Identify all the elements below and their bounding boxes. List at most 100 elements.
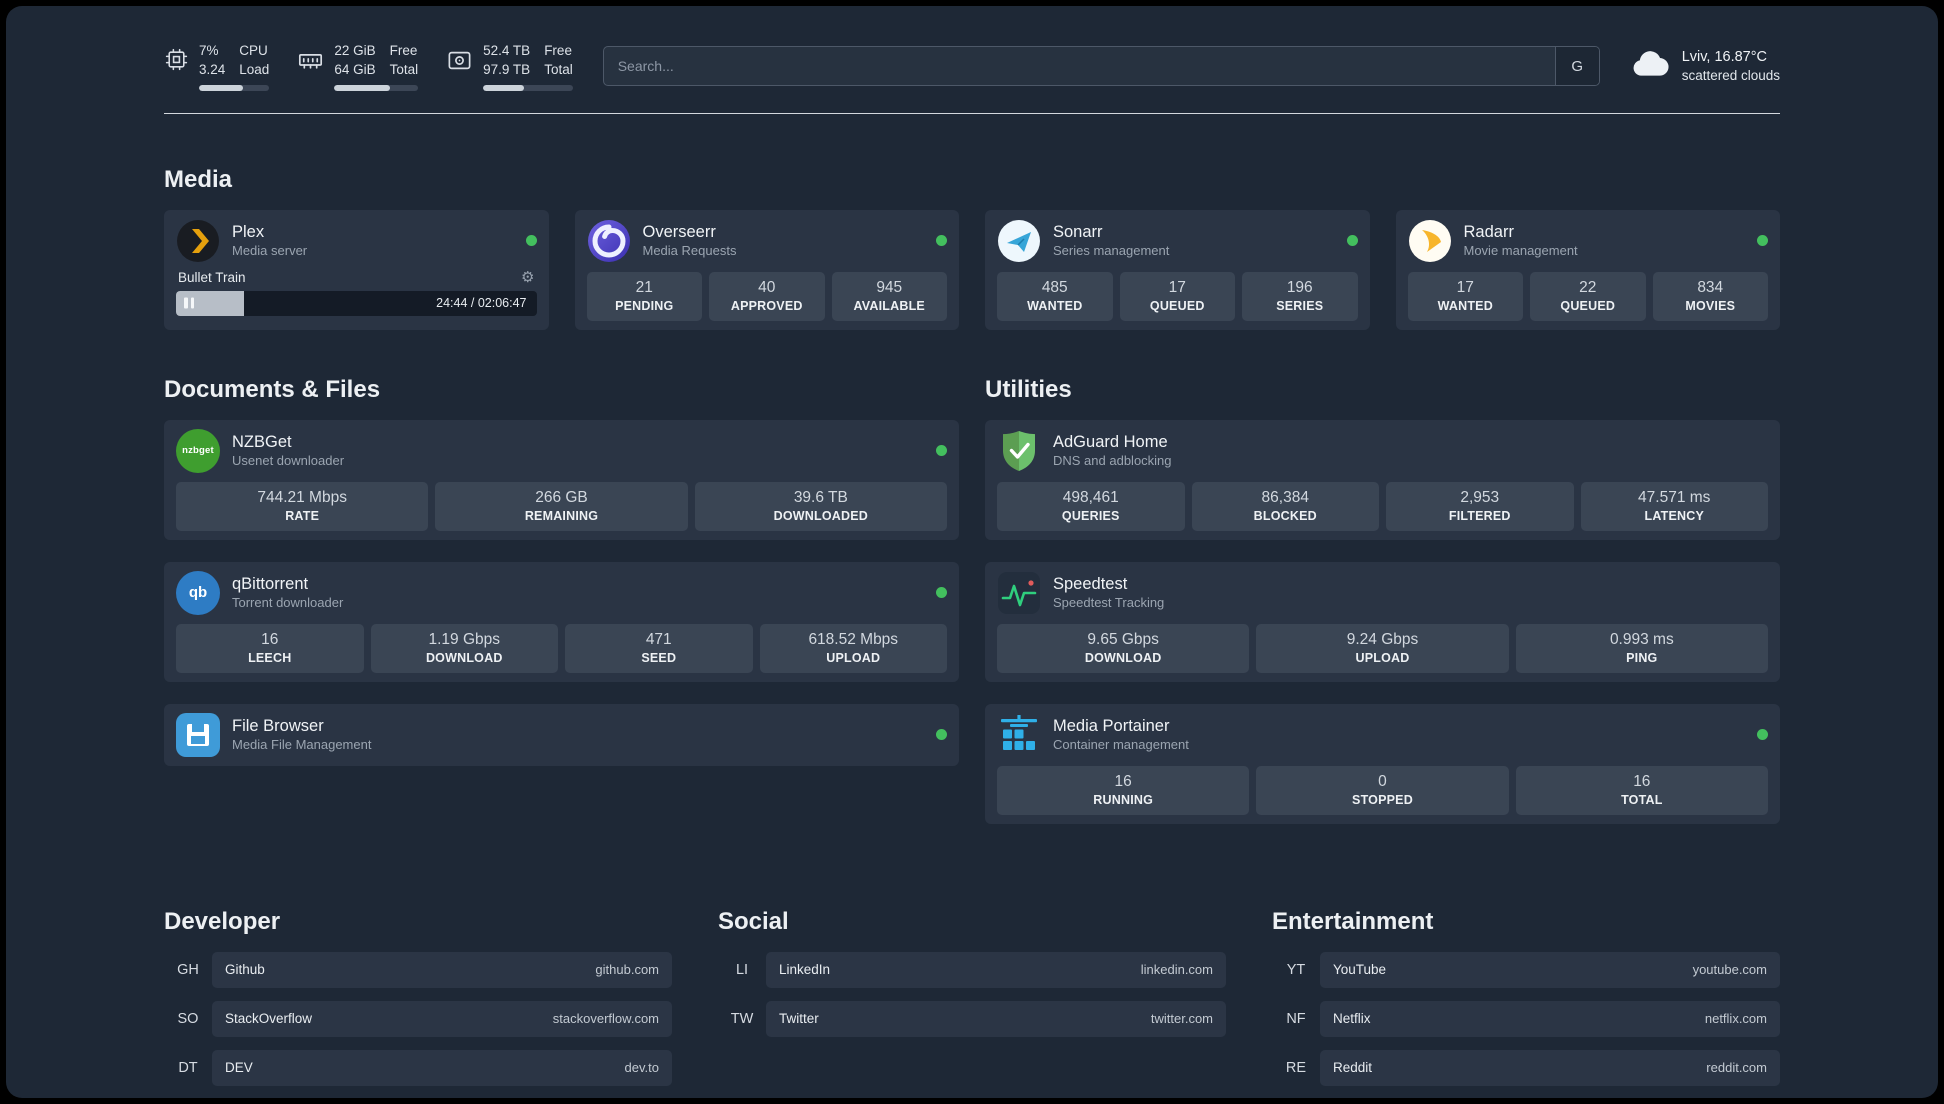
service-name: Speedtest [1053, 574, 1128, 593]
status-online-dot [1757, 729, 1768, 741]
search-input[interactable] [603, 47, 1555, 86]
storage-progress-fill [483, 84, 525, 91]
bookmark-abbr: RE [1285, 1059, 1307, 1076]
bookmark-linkedin[interactable]: LI LinkedIn linkedin.com [718, 951, 1226, 988]
stat-label: QUEUED [1560, 298, 1616, 313]
storage-free-value: 52.4 TB [483, 43, 531, 58]
stat-value: 834 [1697, 278, 1724, 296]
stat-download: 9.65 Gbps DOWNLOAD [997, 623, 1250, 673]
stat-value: 86,384 [1261, 488, 1309, 506]
overseerr-icon [587, 219, 631, 263]
stat-value: 618.52 Mbps [808, 630, 899, 648]
bookmark-url: linkedin.com [1140, 962, 1213, 978]
service-card-filebrowser[interactable]: File Browser Media File Management [164, 703, 959, 766]
memory-total-value: 64 GiB [334, 61, 376, 77]
stat-available: 945 AVAILABLE [831, 271, 947, 321]
service-card-nzbget[interactable]: nzbget NZBGet Usenet downloader 744.21 M… [164, 419, 959, 540]
bookmark-name: Twitter [779, 1011, 819, 1027]
bookmark-name: YouTube [1333, 962, 1387, 978]
stat-running: 16 RUNNING [997, 765, 1250, 815]
social-section: Social LI LinkedIn linkedin.com TW Twitt… [718, 908, 1226, 1086]
cpu-progress-bar [199, 84, 270, 91]
service-card-adguard[interactable]: AdGuard Home DNS and adblocking 498,461 … [985, 419, 1780, 540]
bookmark-name: Reddit [1333, 1060, 1373, 1076]
section-title-developer: Developer [164, 907, 281, 935]
stat-label: DOWNLOAD [1084, 650, 1162, 665]
documents-section: Documents & Files nzbget NZBGet Usenet d… [164, 376, 959, 766]
memory-widget: 22 GiB 64 GiB Free Total [297, 42, 419, 91]
stat-label: UPLOAD [826, 650, 881, 665]
service-card-portainer[interactable]: Media Portainer Container management 16 … [985, 703, 1780, 824]
stat-value: 2,953 [1460, 488, 1500, 506]
playback-progress-bar[interactable]: 24:44 / 02:06:47 [176, 290, 537, 316]
stat-value: 16 [261, 630, 279, 648]
stat-filtered: 2,953 FILTERED [1386, 481, 1574, 531]
stat-label: RUNNING [1093, 792, 1154, 807]
service-name: AdGuard Home [1053, 432, 1168, 451]
bookmark-abbr: TW [730, 1010, 754, 1027]
service-card-overseerr[interactable]: Overseerr Media Requests 21 PENDING 40 A… [574, 209, 959, 330]
stat-label: QUERIES [1061, 508, 1120, 523]
bookmark-reddit[interactable]: RE Reddit reddit.com [1272, 1049, 1780, 1086]
bookmark-github[interactable]: GH Github github.com [164, 951, 672, 988]
stat-upload: 618.52 Mbps UPLOAD [759, 623, 947, 673]
bookmark-abbr: NF [1286, 1010, 1306, 1027]
now-playing-title: Bullet Train [178, 269, 246, 285]
speedtest-graph-icon [997, 571, 1041, 615]
service-card-plex[interactable]: Plex Media server Bullet Train ⚙ 24:44 /… [164, 209, 549, 330]
section-title-media: Media [164, 165, 233, 193]
service-subtitle: Series management [1053, 243, 1170, 259]
bookmark-url: twitter.com [1150, 1011, 1213, 1027]
bookmark-youtube[interactable]: YT YouTube youtube.com [1272, 951, 1780, 988]
stat-label: REMAINING [524, 508, 599, 523]
stat-label: AVAILABLE [853, 298, 925, 313]
stat-label: DOWNLOADED [773, 508, 868, 523]
gear-icon[interactable]: ⚙ [521, 270, 534, 285]
stat-wanted: 17 WANTED [1407, 271, 1523, 321]
bookmark-stackoverflow[interactable]: SO StackOverflow stackoverflow.com [164, 1000, 672, 1037]
status-online-dot [936, 235, 947, 247]
service-subtitle: Media server [232, 243, 308, 259]
plex-icon [176, 219, 220, 263]
stat-value: 39.6 TB [793, 488, 848, 506]
stat-label: PING [1626, 650, 1658, 665]
service-card-speedtest[interactable]: Speedtest Speedtest Tracking 9.65 Gbps D… [985, 561, 1780, 682]
weather-widget: Lviv, 16.87°C scattered clouds [1630, 48, 1780, 86]
search-engine-button[interactable]: G [1554, 47, 1599, 86]
weather-location: Lviv, 16.87°C [1681, 48, 1768, 65]
stat-label: SERIES [1276, 298, 1324, 313]
stat-label: WANTED [1437, 298, 1493, 313]
stat-queued: 17 QUEUED [1119, 271, 1235, 321]
pause-icon[interactable] [184, 297, 194, 309]
ram-icon [297, 47, 324, 74]
cpu-icon [164, 47, 189, 72]
stat-series: 196 SERIES [1242, 271, 1358, 321]
bookmark-twitter[interactable]: TW Twitter twitter.com [718, 1000, 1226, 1037]
service-subtitle: Speedtest Tracking [1053, 595, 1165, 611]
bookmark-dev[interactable]: DT DEV dev.to [164, 1049, 672, 1086]
service-subtitle: Usenet downloader [232, 453, 345, 469]
bookmark-abbr: DT [178, 1059, 198, 1076]
radarr-icon [1408, 219, 1452, 263]
bookmark-url: stackoverflow.com [552, 1011, 659, 1027]
cpu-progress-fill [199, 84, 243, 91]
stat-label: QUEUED [1149, 298, 1205, 313]
stat-label: LEECH [248, 650, 292, 665]
stat-value: 16 [1633, 772, 1651, 790]
developer-section: Developer GH Github github.com SO StackO… [164, 908, 672, 1086]
stat-value: 945 [876, 278, 903, 296]
memory-label-top: Free [389, 43, 418, 58]
stat-label: STOPPED [1352, 792, 1413, 807]
service-card-sonarr[interactable]: Sonarr Series management 485 WANTED 17 Q… [985, 209, 1370, 330]
service-subtitle: Torrent downloader [232, 595, 344, 611]
bookmark-abbr: LI [735, 961, 749, 978]
stat-value: 21 [635, 278, 653, 296]
cpu-label-top: CPU [239, 43, 268, 58]
service-card-radarr[interactable]: Radarr Movie management 17 WANTED 22 QUE… [1395, 209, 1780, 330]
bookmark-netflix[interactable]: NF Netflix netflix.com [1272, 1000, 1780, 1037]
adguard-shield-icon [997, 429, 1041, 473]
stat-approved: 40 APPROVED [709, 271, 825, 321]
bookmark-url: youtube.com [1692, 962, 1767, 978]
storage-widget: 52.4 TB 97.9 TB Free Total [446, 42, 573, 91]
service-card-qbittorrent[interactable]: qb qBittorrent Torrent downloader 16 LEE… [164, 561, 959, 682]
